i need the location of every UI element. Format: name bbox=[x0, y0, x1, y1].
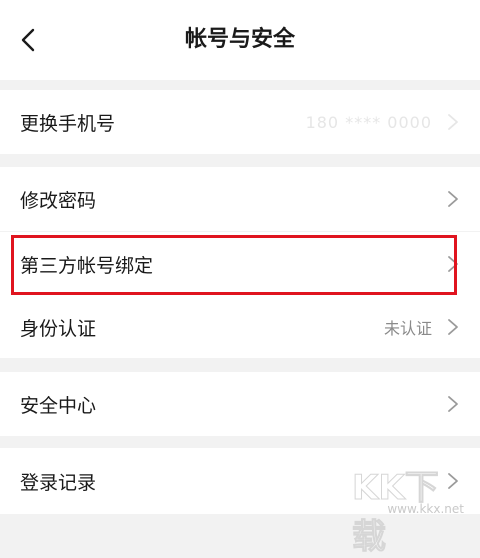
page-title: 帐号与安全 bbox=[184, 27, 295, 52]
chevron-right-icon bbox=[448, 114, 458, 130]
chevron-right-icon bbox=[448, 319, 458, 335]
verification-status: 未认证 bbox=[383, 319, 432, 338]
watermark-url: www.kkx.net bbox=[387, 502, 464, 516]
menu-item-label: 身份认证 bbox=[20, 317, 97, 340]
watermark-logo: KK下载 www.kkx.net bbox=[352, 460, 470, 558]
menu-item-identity-verification[interactable]: 身份认证 未认证 bbox=[0, 296, 480, 358]
menu-item-label: 修改密码 bbox=[20, 189, 97, 212]
chevron-right-icon bbox=[448, 256, 458, 272]
chevron-right-icon bbox=[448, 396, 458, 412]
chevron-right-icon bbox=[448, 191, 458, 207]
menu-item-change-phone[interactable]: 更换手机号 180 **** 0000 bbox=[0, 90, 480, 154]
menu-item-label: 登录记录 bbox=[20, 471, 97, 494]
menu-item-label: 安全中心 bbox=[20, 394, 97, 417]
menu-item-security-center[interactable]: 安全中心 bbox=[0, 372, 480, 436]
menu-item-third-party-binding[interactable]: 第三方帐号绑定 bbox=[0, 232, 480, 296]
menu-item-label: 更换手机号 bbox=[20, 112, 116, 135]
phone-number-value: 180 **** 0000 bbox=[305, 112, 432, 132]
menu-item-label: 第三方帐号绑定 bbox=[20, 254, 154, 277]
menu-item-change-password[interactable]: 修改密码 bbox=[0, 167, 480, 231]
top-bar: 帐号与安全 bbox=[0, 0, 480, 80]
